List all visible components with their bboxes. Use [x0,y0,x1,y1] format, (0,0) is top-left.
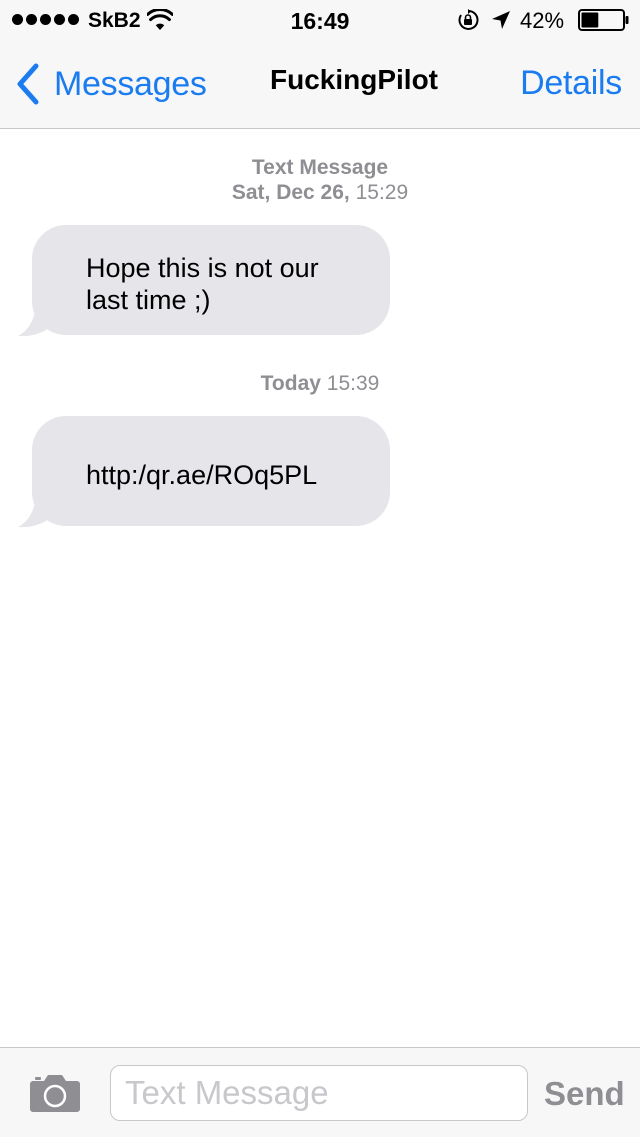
back-button[interactable]: Messages [14,62,207,106]
orientation-lock-icon [458,9,479,30]
details-button[interactable]: Details [520,64,622,103]
camera-icon[interactable] [30,1072,80,1112]
battery-icon [578,9,629,31]
conversation-view[interactable]: Text Message Sat, Dec 26, 15:29 Hope thi… [0,129,640,1047]
timestamp-day: Today [260,372,321,395]
message-line: Hope this is not our [86,253,319,283]
back-button-label: Messages [54,64,207,103]
conversation-title: FuckingPilot [270,64,438,95]
message-input-bar: Send [0,1047,640,1137]
status-bar: SkB2 16:49 42% [0,0,640,40]
bubble-tail [18,301,60,337]
location-arrow-icon [492,11,510,29]
message-text-field[interactable] [110,1065,528,1121]
message-timestamp: Today 15:39 [0,372,640,396]
timestamp-time: 15:39 [326,372,380,395]
battery-fill [581,12,599,28]
service-label: Text Message [251,156,389,179]
chevron-left-icon [17,63,39,105]
send-button[interactable]: Send [544,1075,625,1113]
message-text: http:/qr.ae/ROq5PL [86,460,318,490]
timestamp-date: Sat, Dec 26, [231,181,350,204]
navigation-bar: Messages FuckingPilot Details [0,40,640,128]
top-bars: SkB2 16:49 42% Messages FuckingPilot Det… [0,0,640,129]
message-line: last time ;) [86,285,211,315]
bubble-tail [18,492,60,528]
message-text: Hope this is not our last time ;) [86,252,319,316]
received-message-bubble[interactable]: Hope this is not our last time ;) [18,225,390,337]
message-timestamp: Sat, Dec 26, 15:29 [0,181,640,205]
received-message-bubble[interactable]: http:/qr.ae/ROq5PL [18,416,390,528]
messages-app: SkB2 16:49 42% Messages FuckingPilot Det… [0,0,640,1137]
timestamp-time: 15:29 [355,181,409,204]
battery-percent: 42% [520,8,565,33]
